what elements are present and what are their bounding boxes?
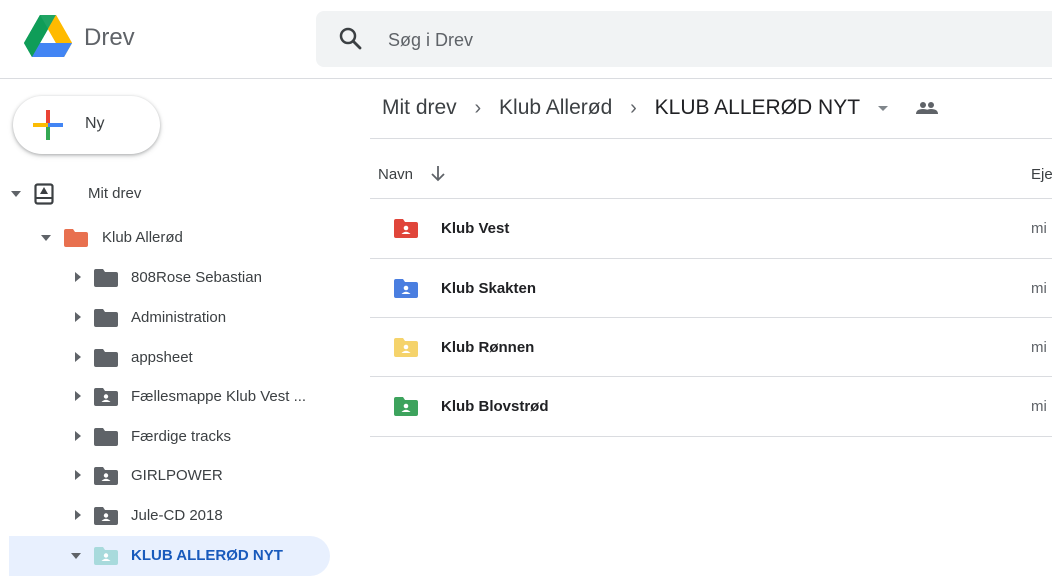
folder-icon — [94, 269, 118, 287]
sidebar-item-808rose-sebastian[interactable]: 808Rose Sebastian — [0, 258, 330, 298]
expand-arrow-icon[interactable] — [75, 510, 81, 520]
folder-icon — [94, 428, 118, 446]
table-row[interactable]: Klub Skakten mi — [370, 259, 1052, 318]
new-button[interactable]: Ny — [13, 96, 160, 154]
sidebar-item-klub-allerod-nyt[interactable]: KLUB ALLERØD NYT — [9, 536, 330, 576]
file-owner: mi — [1031, 220, 1047, 237]
plus-icon — [33, 110, 63, 140]
folder-icon — [94, 349, 118, 367]
breadcrumb-item-my-drive[interactable]: Mit drev — [382, 96, 457, 120]
shared-folder-icon — [94, 547, 118, 565]
sidebar-item-faerdige-tracks[interactable]: Færdige tracks — [0, 417, 330, 457]
sidebar-item-klub-allerod[interactable]: Klub Allerød — [0, 218, 330, 258]
expand-arrow-icon[interactable] — [41, 235, 51, 241]
table-row[interactable]: Klub Vest mi — [370, 199, 1052, 258]
sidebar-item-jule-cd-2018[interactable]: Jule-CD 2018 — [0, 496, 330, 536]
file-name: Klub Vest — [441, 220, 510, 237]
shared-folder-icon — [94, 388, 118, 406]
table-row[interactable]: Klub Blovstrød mi — [370, 377, 1052, 436]
breadcrumb-current[interactable]: KLUB ALLERØD NYT — [655, 96, 860, 120]
sidebar-item-label: Jule-CD 2018 — [131, 507, 223, 524]
file-name: Klub Blovstrød — [441, 398, 549, 415]
expand-arrow-icon[interactable] — [75, 431, 81, 441]
sidebar-item-appsheet[interactable]: appsheet — [0, 338, 330, 378]
chevron-right-icon: › — [630, 96, 637, 119]
sidebar-item-girlpower[interactable]: GIRLPOWER — [0, 456, 330, 496]
sidebar-item-label: GIRLPOWER — [131, 467, 223, 484]
file-owner: mi — [1031, 398, 1047, 415]
divider — [370, 436, 1052, 437]
sidebar-item-label: appsheet — [131, 349, 193, 366]
shared-folder-icon — [394, 338, 418, 357]
breadcrumb: Mit drev › Klub Allerød › KLUB ALLERØD N… — [382, 96, 938, 126]
column-header-name[interactable]: Navn — [378, 166, 413, 183]
search-bar[interactable] — [316, 11, 1052, 67]
file-owner: mi — [1031, 339, 1047, 356]
shared-people-icon — [915, 102, 938, 115]
expand-arrow-icon[interactable] — [11, 191, 21, 197]
dropdown-arrow-icon[interactable] — [877, 105, 888, 111]
sidebar-item-label: Klub Allerød — [102, 229, 183, 246]
chevron-right-icon: › — [474, 96, 482, 119]
sidebar-item-label: KLUB ALLERØD NYT — [131, 547, 283, 564]
shared-folder-icon — [394, 219, 418, 238]
file-name: Klub Rønnen — [441, 339, 535, 356]
sidebar-item-label: 808Rose Sebastian — [131, 269, 262, 286]
sidebar-item-faellesmappe[interactable]: Fællesmappe Klub Vest ... — [0, 377, 330, 417]
sidebar-item-administration[interactable]: Administration — [0, 298, 330, 338]
expand-arrow-icon[interactable] — [75, 312, 81, 322]
app-name[interactable]: Drev — [84, 24, 135, 52]
expand-arrow-icon[interactable] — [75, 272, 81, 282]
sidebar-item-label: Færdige tracks — [131, 428, 232, 445]
divider — [370, 138, 1052, 139]
table-row[interactable]: Klub Rønnen mi — [370, 318, 1052, 377]
sidebar-item-label: Administration — [131, 309, 227, 326]
top-bar: Drev — [0, 0, 1052, 79]
expand-arrow-icon[interactable] — [75, 391, 81, 401]
folder-icon — [64, 229, 88, 247]
column-header-owner[interactable]: Eje — [1031, 166, 1052, 183]
search-icon[interactable] — [338, 26, 364, 52]
breadcrumb-item-klub-allerod[interactable]: Klub Allerød — [499, 96, 612, 120]
shared-folder-icon — [394, 279, 418, 298]
sidebar-item-label: Fællesmappe Klub Vest ... — [131, 388, 307, 405]
folder-icon — [94, 309, 118, 327]
shared-folder-icon — [94, 467, 118, 485]
search-input[interactable] — [386, 25, 890, 55]
drive-logo-icon[interactable] — [24, 15, 72, 59]
shared-folder-icon — [394, 397, 418, 416]
file-name: Klub Skakten — [441, 280, 537, 297]
expand-arrow-icon[interactable] — [75, 352, 81, 362]
my-drive-icon — [34, 183, 54, 205]
expand-arrow-icon[interactable] — [71, 553, 81, 559]
file-owner: mi — [1031, 280, 1047, 297]
sidebar-item-my-drive[interactable]: Mit drev — [0, 174, 330, 214]
expand-arrow-icon[interactable] — [75, 470, 81, 480]
shared-folder-icon — [94, 507, 118, 525]
arrow-down-icon[interactable] — [430, 164, 446, 182]
sidebar-item-label: Mit drev — [88, 185, 142, 202]
new-button-label: Ny — [85, 115, 105, 132]
